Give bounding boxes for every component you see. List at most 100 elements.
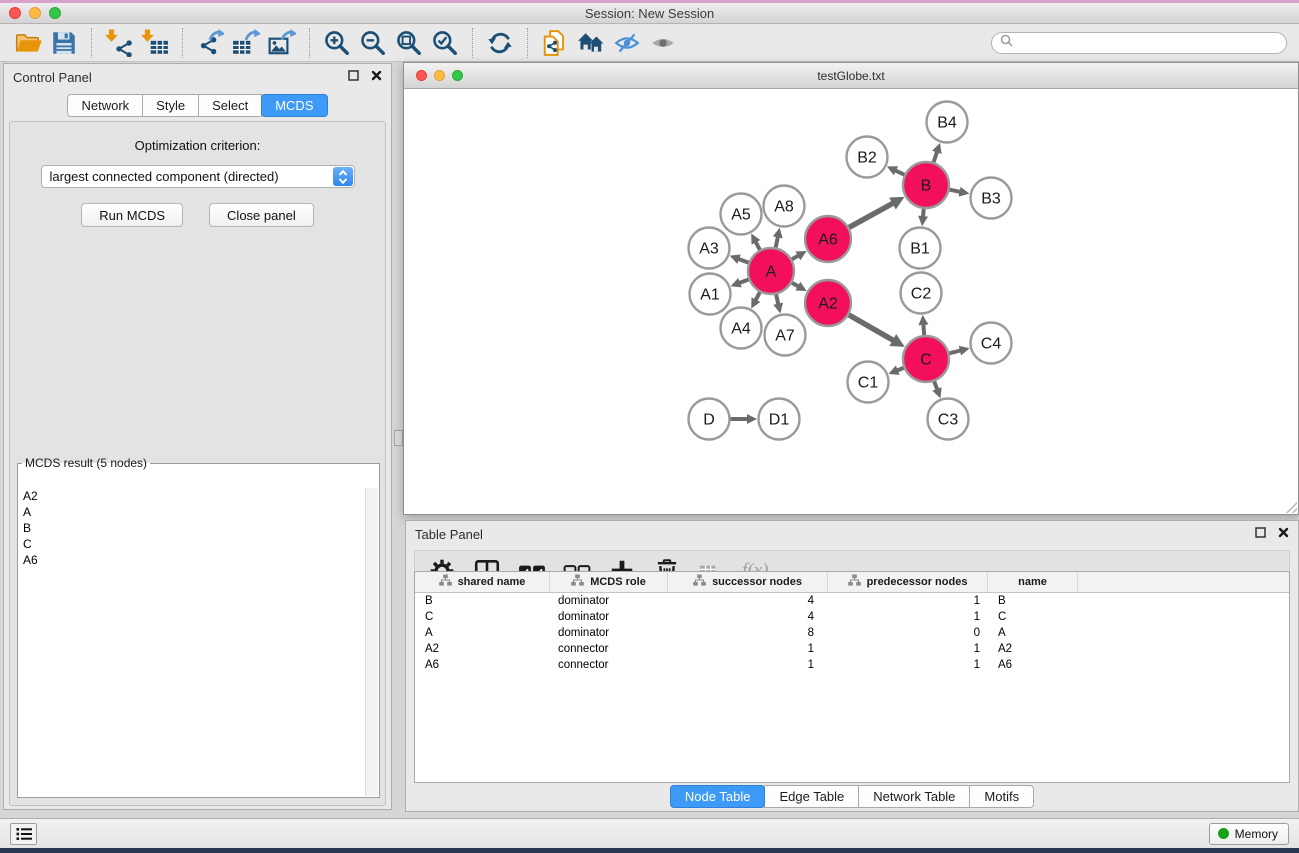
graph-node-A1[interactable]: A1 [690,274,731,315]
import-network-from-file-icon[interactable] [101,27,137,59]
float-panel-icon[interactable] [1255,525,1266,543]
table-cell[interactable]: A [415,625,550,641]
tab-network[interactable]: Network [67,94,143,117]
float-panel-icon[interactable] [348,68,359,86]
table-cell[interactable]: B [988,593,1078,609]
graph-node-A8[interactable]: A8 [764,186,805,227]
table-row[interactable]: Cdominator41C [415,609,1289,625]
table-row[interactable]: Bdominator41B [415,593,1289,609]
hide-details-icon[interactable] [609,27,645,59]
mcds-result-item[interactable]: C [19,536,365,552]
column-header-MCDS-role[interactable]: MCDS role [550,572,668,592]
export-image-icon[interactable] [264,27,300,59]
graph-node-A2[interactable]: A2 [805,280,851,326]
save-session-icon[interactable] [46,27,82,59]
column-header-successor-nodes[interactable]: successor nodes [668,572,828,592]
edge-C-C4[interactable] [949,350,961,353]
mcds-result-item[interactable]: A6 [19,552,365,568]
edge-B-B2[interactable] [895,170,905,175]
edge-B-B3[interactable] [950,190,962,192]
edge-A-A8[interactable] [776,236,778,248]
graph-node-B[interactable]: B [903,162,949,208]
close-panel-icon[interactable] [371,68,382,86]
run-mcds-button[interactable]: Run MCDS [81,203,183,227]
table-cell[interactable]: dominator [550,609,668,625]
table-cell[interactable]: 4 [668,609,828,625]
table-row[interactable]: A6connector11A6 [415,657,1289,673]
zoom-out-icon[interactable] [355,27,391,59]
table-cell[interactable]: 4 [668,593,828,609]
edge-A-A1[interactable] [739,279,749,283]
graph-node-D[interactable]: D [689,399,730,440]
table-row[interactable]: Adominator80A [415,625,1289,641]
memory-button[interactable]: Memory [1209,823,1289,845]
edge-A-A3[interactable] [738,259,749,263]
tab-select[interactable]: Select [198,94,262,117]
task-history-button[interactable] [10,823,37,845]
graph-node-D1[interactable]: D1 [759,399,800,440]
edge-A-A7[interactable] [776,294,778,305]
graph-node-B2[interactable]: B2 [847,137,888,178]
table-cell[interactable]: connector [550,657,668,673]
graph-node-C4[interactable]: C4 [971,323,1012,364]
table-cell[interactable]: C [415,609,550,625]
table-cell[interactable]: A6 [988,657,1078,673]
tab-network-table[interactable]: Network Table [858,785,970,808]
table-cell[interactable]: 1 [828,641,988,657]
export-network-icon[interactable] [192,27,228,59]
column-header-name[interactable]: name [988,572,1078,592]
close-panel-button[interactable]: Close panel [209,203,314,227]
network-canvas[interactable]: B4B2BB3A5A8A6B1A3AA1C2A2A4A7C4CC1C3DD1 [404,90,1298,514]
table-cell[interactable]: B [415,593,550,609]
edge-C-C2[interactable] [923,323,924,335]
zoom-selected-icon[interactable] [427,27,463,59]
table-cell[interactable]: dominator [550,625,668,641]
table-cell[interactable]: 1 [668,657,828,673]
edge-A6-B[interactable] [849,203,894,228]
table-cell[interactable]: A2 [988,641,1078,657]
table-cell[interactable]: C [988,609,1078,625]
zoom-in-icon[interactable] [319,27,355,59]
new-network-from-selection-icon[interactable] [537,27,573,59]
table-cell[interactable]: 1 [828,657,988,673]
network-window-titlebar[interactable]: testGlobe.txt [404,63,1298,89]
graph-node-C2[interactable]: C2 [901,273,942,314]
refresh-view-icon[interactable] [482,27,518,59]
table-cell[interactable]: 1 [828,593,988,609]
graph-node-B3[interactable]: B3 [971,178,1012,219]
mcds-result-item[interactable]: A2 [19,488,365,504]
import-table-from-file-icon[interactable] [137,27,173,59]
search-box[interactable] [991,32,1287,54]
graph-node-A4[interactable]: A4 [721,308,762,349]
table-cell[interactable]: 1 [668,641,828,657]
graph-node-A[interactable]: A [748,248,794,294]
table-cell[interactable]: 0 [828,625,988,641]
panel-splitter-handle[interactable] [394,430,403,446]
mcds-list-scrollbar[interactable] [365,488,378,796]
tab-mcds[interactable]: MCDS [261,94,327,117]
close-panel-icon[interactable] [1278,525,1289,543]
table-cell[interactable]: 1 [828,609,988,625]
table-cell[interactable]: dominator [550,593,668,609]
criterion-dropdown[interactable]: largest connected component (directed) [41,165,355,188]
show-details-icon[interactable] [645,27,681,59]
edge-B-B4[interactable] [934,151,938,162]
home-icon[interactable] [573,27,609,59]
graph-node-B4[interactable]: B4 [927,102,968,143]
graph-node-A7[interactable]: A7 [765,315,806,356]
app-titlebar[interactable]: Session: New Session [0,3,1299,24]
graph-node-A3[interactable]: A3 [689,228,730,269]
graph-node-B1[interactable]: B1 [900,228,941,269]
table-cell[interactable]: A2 [415,641,550,657]
column-header-predecessor-nodes[interactable]: predecessor nodes [828,572,988,592]
mcds-result-item[interactable]: B [19,520,365,536]
graph-node-C1[interactable]: C1 [848,362,889,403]
table-cell[interactable]: 8 [668,625,828,641]
tab-style[interactable]: Style [142,94,199,117]
zoom-fit-content-icon[interactable] [391,27,427,59]
table-row[interactable]: A2connector11A2 [415,641,1289,657]
graph-node-A5[interactable]: A5 [721,194,762,235]
tab-motifs[interactable]: Motifs [969,785,1034,808]
table-cell[interactable]: connector [550,641,668,657]
table-cell[interactable]: A6 [415,657,550,673]
